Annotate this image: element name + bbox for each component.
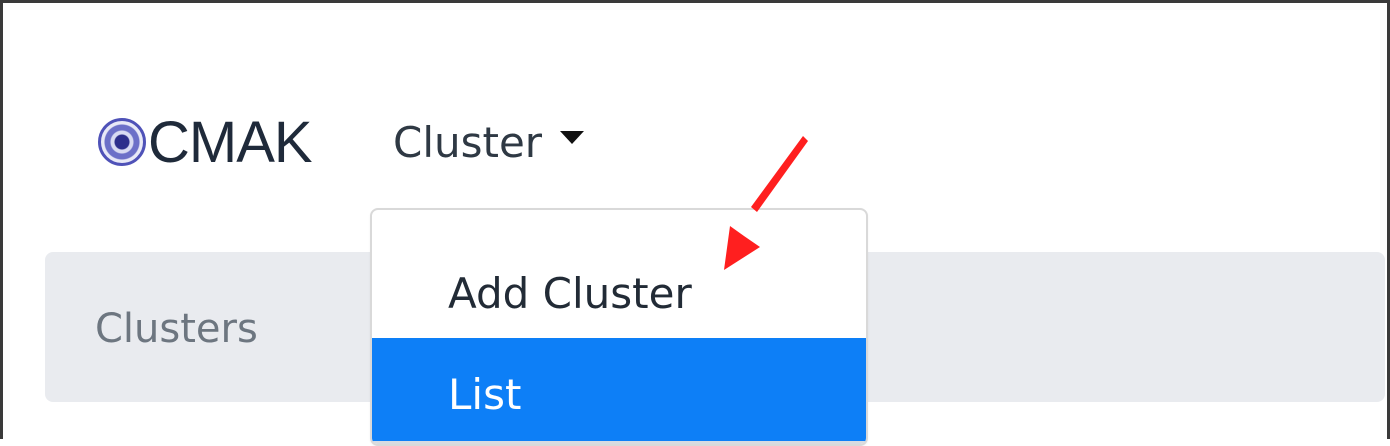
breadcrumb-label: Clusters <box>95 306 258 352</box>
add-cluster-menu-item[interactable]: Add Cluster <box>372 248 866 338</box>
list-label: List <box>448 369 522 419</box>
brand-name: CMAK <box>148 109 313 175</box>
cluster-menu-toggle[interactable]: Cluster <box>393 110 585 174</box>
list-menu-item[interactable]: List <box>372 338 866 442</box>
add-cluster-label: Add Cluster <box>448 268 692 318</box>
target-icon <box>98 118 146 166</box>
cluster-menu-label: Cluster <box>393 117 543 167</box>
dropdown-divider <box>372 441 866 444</box>
caret-down-icon <box>560 130 585 144</box>
brand-logo-link[interactable]: CMAK <box>98 109 313 175</box>
cluster-dropdown-menu: Add Cluster List <box>370 208 868 446</box>
